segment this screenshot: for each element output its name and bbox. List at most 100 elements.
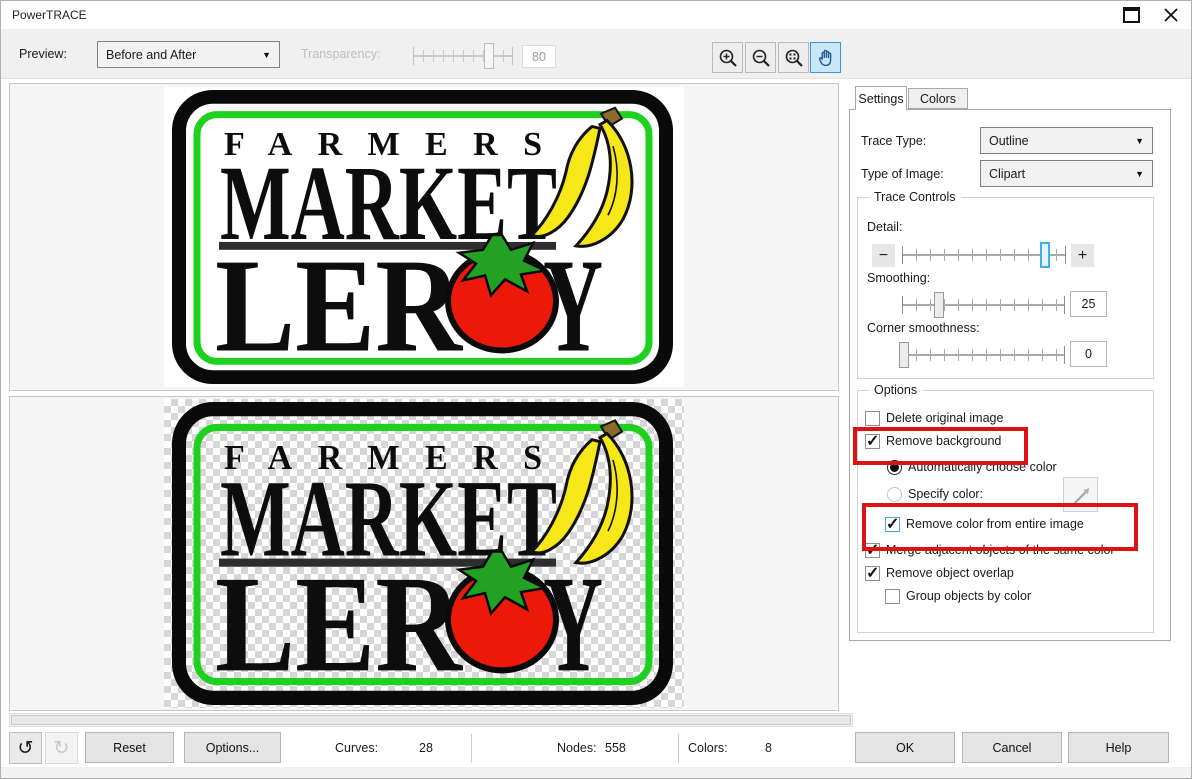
curves-label: Curves: bbox=[335, 741, 378, 755]
color-eyedropper-button[interactable] bbox=[1063, 477, 1098, 512]
checkbox-checked-icon[interactable] bbox=[865, 566, 880, 581]
option-group-objects-by-color[interactable]: Group objects by color bbox=[885, 587, 1031, 605]
corner-smoothness-slider[interactable] bbox=[902, 342, 1065, 369]
options-button[interactable]: Options... bbox=[184, 732, 281, 763]
smoothing-slider[interactable] bbox=[902, 292, 1065, 319]
corner-smoothness-label: Corner smoothness: bbox=[867, 321, 980, 335]
option-label: Delete original image bbox=[886, 411, 1003, 425]
tab-colors[interactable]: Colors bbox=[908, 88, 968, 109]
trace-type-label: Trace Type: bbox=[861, 134, 926, 148]
option-label: Remove color from entire image bbox=[906, 517, 1084, 531]
preview-dropdown-value: Before and After bbox=[106, 48, 196, 62]
footer-strip bbox=[1, 767, 1192, 779]
chevron-down-icon: ▼ bbox=[1135, 135, 1144, 145]
detail-increase-button[interactable]: + bbox=[1071, 244, 1094, 267]
zoom-in-button[interactable] bbox=[712, 42, 743, 73]
trace-controls-legend: Trace Controls bbox=[869, 190, 961, 204]
ok-button[interactable]: OK bbox=[855, 732, 955, 763]
plus-icon: + bbox=[1078, 247, 1087, 265]
status-divider bbox=[678, 734, 679, 763]
detail-decrease-button[interactable]: − bbox=[872, 244, 895, 267]
preview-pane-before: FARMERS MARKET LER Y bbox=[9, 83, 839, 391]
window-title: PowerTRACE bbox=[12, 8, 87, 22]
trace-type-value: Outline bbox=[989, 134, 1029, 148]
chevron-down-icon: ▼ bbox=[1135, 168, 1144, 178]
close-icon bbox=[1163, 7, 1179, 23]
colors-label: Colors: bbox=[688, 741, 728, 755]
smoothing-value-field[interactable]: 25 bbox=[1070, 291, 1107, 317]
undo-button[interactable]: ↺ bbox=[9, 732, 42, 764]
logo-text-ler: LER bbox=[215, 547, 464, 700]
tab-settings-label: Settings bbox=[858, 92, 903, 106]
undo-icon: ↺ bbox=[18, 737, 34, 759]
option-specify-color[interactable]: Specify color: bbox=[887, 485, 983, 503]
farmers-market-logo-after: FARMERS MARKET LER Y bbox=[164, 399, 684, 708]
preview-horizontal-scrollbar[interactable] bbox=[9, 713, 853, 727]
toolbar: Preview: Before and After ▼ Transparency… bbox=[1, 29, 1192, 79]
option-delete-original-image[interactable]: Delete original image bbox=[865, 409, 1003, 427]
pan-button[interactable] bbox=[810, 42, 841, 73]
checkbox-checked-icon[interactable] bbox=[885, 517, 900, 532]
colors-value: 8 bbox=[765, 741, 772, 755]
nodes-value: 558 bbox=[605, 741, 626, 755]
radio-unselected-icon[interactable] bbox=[887, 487, 902, 502]
minus-icon: − bbox=[879, 247, 888, 265]
option-label: Specify color: bbox=[908, 487, 983, 501]
smoothing-label: Smoothing: bbox=[867, 271, 930, 285]
scrollbar-thumb[interactable] bbox=[11, 715, 851, 725]
checkbox-checked-icon[interactable] bbox=[865, 434, 880, 449]
option-merge-adjacent-objects[interactable]: Merge adjacent objects of the same color bbox=[865, 541, 1115, 559]
type-of-image-value: Clipart bbox=[989, 167, 1025, 181]
before-image[interactable]: FARMERS MARKET LER Y bbox=[164, 87, 684, 387]
trace-type-dropdown[interactable]: Outline ▼ bbox=[980, 127, 1153, 154]
reset-button[interactable]: Reset bbox=[85, 732, 174, 763]
transparency-slider bbox=[413, 43, 513, 69]
checkbox-unchecked-icon[interactable] bbox=[865, 411, 880, 426]
preview-dropdown[interactable]: Before and After ▼ bbox=[97, 41, 280, 68]
help-button[interactable]: Help bbox=[1068, 732, 1169, 763]
option-label: Remove background bbox=[886, 434, 1001, 448]
option-remove-background[interactable]: Remove background bbox=[865, 432, 1001, 450]
option-automatically-choose-color[interactable]: Automatically choose color bbox=[887, 458, 1057, 476]
status-divider bbox=[471, 734, 472, 763]
tab-settings[interactable]: Settings bbox=[855, 86, 907, 110]
zoom-out-button[interactable] bbox=[745, 42, 776, 73]
option-label: Merge adjacent objects of the same color bbox=[886, 543, 1115, 557]
checkbox-unchecked-icon[interactable] bbox=[885, 589, 900, 604]
redo-icon: ↻ bbox=[54, 737, 70, 759]
zoom-to-fit-button[interactable] bbox=[778, 42, 809, 73]
corner-smoothness-value-field[interactable]: 0 bbox=[1070, 341, 1107, 367]
detail-label: Detail: bbox=[867, 220, 902, 234]
zoom-out-icon bbox=[751, 48, 771, 68]
pan-hand-icon bbox=[816, 48, 836, 68]
powertrace-dialog: PowerTRACE Preview: Before and After ▼ T… bbox=[0, 0, 1192, 779]
radio-selected-icon[interactable] bbox=[887, 460, 902, 475]
farmers-market-logo-before: FARMERS MARKET LER Y bbox=[164, 87, 684, 387]
transparency-value-field: 80 bbox=[522, 45, 556, 68]
transparency-slider-thumb bbox=[484, 43, 494, 69]
redo-button[interactable]: ↻ bbox=[45, 732, 78, 764]
corner-smoothness-slider-thumb[interactable] bbox=[899, 342, 909, 368]
option-label: Remove object overlap bbox=[886, 566, 1014, 580]
options-legend: Options bbox=[869, 383, 922, 397]
detail-slider-thumb[interactable] bbox=[1040, 242, 1050, 268]
close-button[interactable] bbox=[1156, 3, 1186, 27]
option-remove-color-from-entire-image[interactable]: Remove color from entire image bbox=[885, 515, 1084, 533]
checkbox-checked-icon[interactable] bbox=[865, 543, 880, 558]
detail-slider[interactable] bbox=[902, 242, 1066, 269]
smoothing-slider-thumb[interactable] bbox=[934, 292, 944, 318]
option-remove-object-overlap[interactable]: Remove object overlap bbox=[865, 564, 1014, 582]
preview-pane-after: FARMERS MARKET LER Y bbox=[9, 396, 839, 711]
maximize-button[interactable] bbox=[1116, 3, 1146, 27]
title-bar: PowerTRACE bbox=[1, 1, 1191, 29]
preview-label: Preview: bbox=[19, 47, 67, 61]
after-image[interactable]: FARMERS MARKET LER Y bbox=[164, 399, 684, 708]
logo-text-ler: LER bbox=[215, 232, 463, 380]
nodes-label: Nodes: bbox=[557, 741, 597, 755]
curves-value: 28 bbox=[419, 741, 433, 755]
zoom-in-icon bbox=[718, 48, 738, 68]
cancel-button[interactable]: Cancel bbox=[962, 732, 1062, 763]
option-label: Group objects by color bbox=[906, 589, 1031, 603]
type-of-image-dropdown[interactable]: Clipart ▼ bbox=[980, 160, 1153, 187]
chevron-down-icon: ▼ bbox=[262, 49, 271, 59]
